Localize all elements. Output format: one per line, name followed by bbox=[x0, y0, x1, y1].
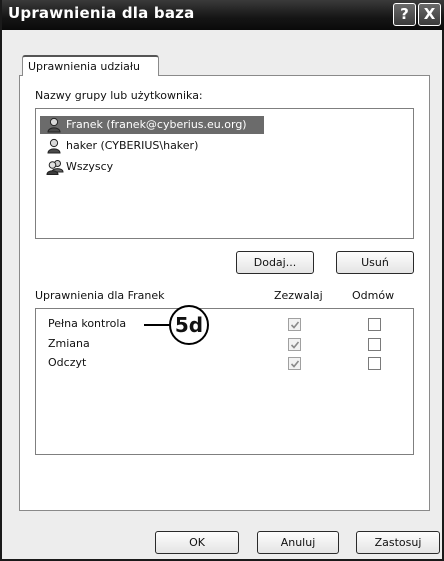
help-icon: ? bbox=[400, 5, 409, 23]
help-button[interactable]: ? bbox=[393, 3, 416, 26]
add-button[interactable]: Dodaj... bbox=[236, 251, 314, 274]
users-group-icon bbox=[46, 159, 64, 175]
allow-change-checkbox[interactable] bbox=[288, 338, 301, 351]
cancel-button[interactable]: Anuluj bbox=[257, 531, 339, 554]
close-icon: X bbox=[423, 5, 436, 23]
user-item-franek[interactable]: Franek (franek@cyberius.eu.org) bbox=[40, 116, 264, 134]
close-button[interactable]: X bbox=[418, 3, 441, 26]
user-icon bbox=[46, 117, 62, 133]
user-item-everyone[interactable]: Wszyscy bbox=[40, 158, 264, 176]
allow-full-control-checkbox[interactable] bbox=[288, 318, 301, 331]
user-icon bbox=[46, 138, 62, 154]
deny-column-header: Odmów bbox=[352, 289, 395, 302]
apply-button[interactable]: Zastosuj bbox=[356, 531, 440, 554]
user-item-label: Wszyscy bbox=[66, 160, 114, 173]
permission-label: Zmiana bbox=[48, 337, 90, 350]
deny-full-control-checkbox[interactable] bbox=[368, 318, 381, 331]
tab-share-permissions[interactable]: Uprawnienia udziału bbox=[22, 55, 159, 76]
user-item-label: haker (CYBERIUS\haker) bbox=[66, 139, 199, 152]
permissions-dialog: Uprawnienia dla baza ? X Uprawnienia udz… bbox=[0, 0, 444, 561]
permission-label: Pełna kontrola bbox=[48, 317, 127, 330]
permissions-section-label: Uprawnienia dla Franek bbox=[35, 289, 165, 302]
window-title: Uprawnienia dla baza bbox=[8, 4, 195, 22]
users-list[interactable]: Franek (franek@cyberius.eu.org) haker (C… bbox=[35, 108, 414, 239]
allow-column-header: Zezwalaj bbox=[274, 289, 323, 302]
user-item-label: Franek (franek@cyberius.eu.org) bbox=[66, 118, 247, 131]
callout-badge: 5d bbox=[169, 305, 209, 345]
allow-read-checkbox[interactable] bbox=[288, 357, 301, 370]
permissions-list: Pełna kontrola Zmiana Odczyt bbox=[35, 308, 414, 455]
tab-label: Uprawnienia udziału bbox=[28, 60, 140, 73]
remove-button[interactable]: Usuń bbox=[336, 251, 414, 274]
users-section-label: Nazwy grupy lub użytkownika: bbox=[35, 89, 203, 102]
deny-read-checkbox[interactable] bbox=[368, 357, 381, 370]
ok-button[interactable]: OK bbox=[155, 531, 239, 554]
title-bar[interactable]: Uprawnienia dla baza ? X bbox=[2, 0, 444, 30]
permission-label: Odczyt bbox=[48, 356, 87, 369]
user-item-haker[interactable]: haker (CYBERIUS\haker) bbox=[40, 137, 264, 155]
callout-line bbox=[144, 324, 170, 326]
deny-change-checkbox[interactable] bbox=[368, 338, 381, 351]
